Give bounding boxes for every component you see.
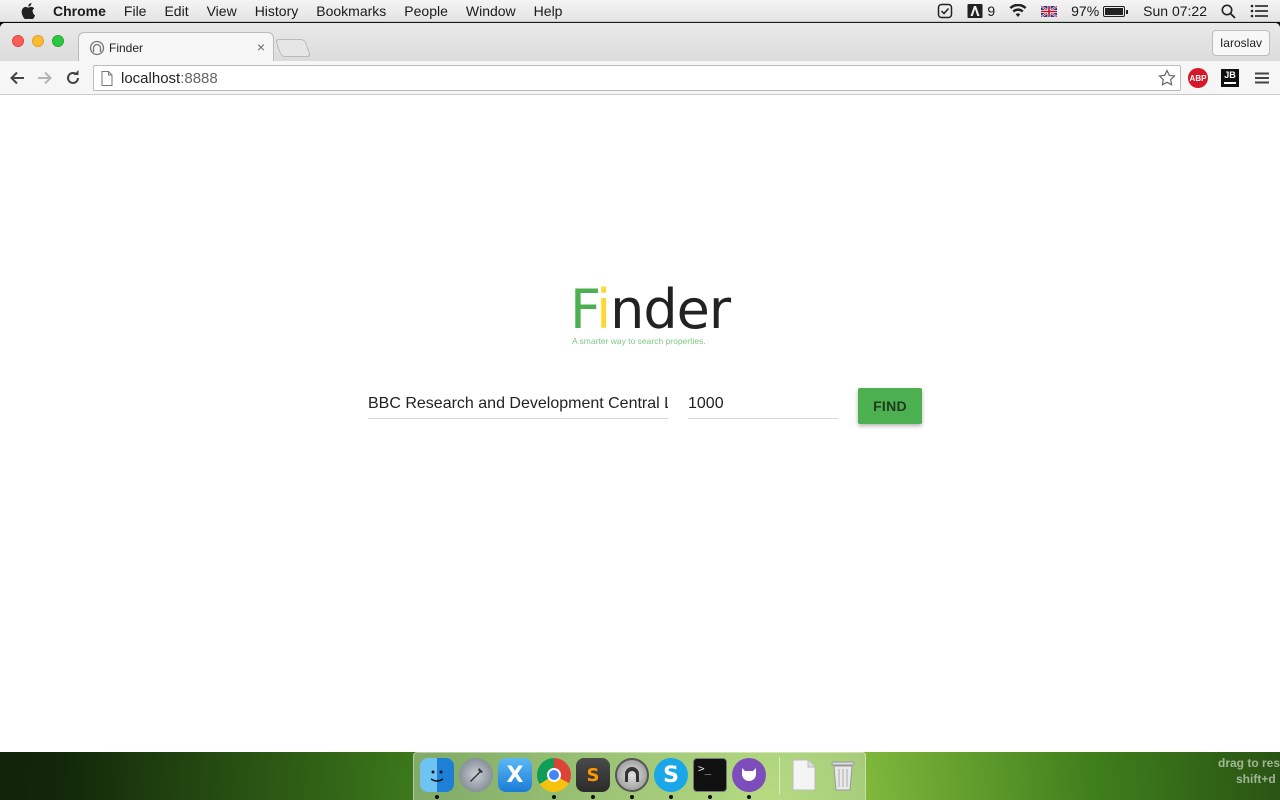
resize-hint-line1: drag to res <box>1218 756 1280 770</box>
running-indicator <box>669 795 673 799</box>
xcode-icon[interactable]: X <box>498 758 532 792</box>
resize-hint-line2: shift+d <box>1236 772 1276 786</box>
page-content: Finder A smarter way to search propertie… <box>0 95 1280 752</box>
adobe-badge-count: 9 <box>987 3 996 19</box>
clock[interactable]: Sun 07:22 <box>1136 0 1214 22</box>
logo-letter-f: F <box>570 278 597 341</box>
radius-input[interactable] <box>688 389 838 419</box>
notification-center-icon[interactable] <box>1243 0 1280 22</box>
menu-bookmarks[interactable]: Bookmarks <box>307 0 395 22</box>
back-arrow-icon[interactable] <box>6 67 28 89</box>
battery-level-fill <box>1105 7 1123 15</box>
tab-strip: Finder × Iaroslav <box>0 23 1280 62</box>
sequel-pro-icon[interactable] <box>615 758 649 792</box>
running-indicator <box>552 795 556 799</box>
location-search-input[interactable] <box>368 389 668 419</box>
tab-close-icon[interactable]: × <box>257 39 265 55</box>
battery-status[interactable]: 97% <box>1064 0 1132 22</box>
finder-icon[interactable] <box>420 758 454 792</box>
tab-finder[interactable]: Finder × <box>78 32 274 62</box>
launchpad-icon[interactable] <box>459 758 493 792</box>
running-indicator <box>435 795 439 799</box>
tagline: A smarter way to search properties. <box>572 336 706 346</box>
chrome-icon[interactable] <box>537 758 571 792</box>
wifi-icon[interactable] <box>1002 0 1034 22</box>
chrome-menu-icon[interactable] <box>1252 68 1272 88</box>
menu-edit[interactable]: Edit <box>155 0 197 22</box>
find-button[interactable]: FIND <box>858 388 922 424</box>
url-port: :8888 <box>180 69 218 87</box>
checkmark-shield-icon[interactable] <box>930 0 960 22</box>
running-indicator <box>630 795 634 799</box>
apple-menu-icon[interactable] <box>19 2 37 19</box>
battery-icon <box>1103 5 1129 17</box>
url-host: localhost <box>121 69 181 87</box>
macos-menu-bar: Chrome File Edit View History Bookmarks … <box>0 0 1280 22</box>
logo-rest: nder <box>610 278 731 341</box>
uk-flag-input-source-icon[interactable] <box>1034 0 1064 22</box>
document-icon[interactable] <box>787 758 821 792</box>
sublime-text-icon[interactable]: S <box>576 758 610 792</box>
skype-icon[interactable]: S <box>654 758 688 792</box>
battery-percent: 97% <box>1071 3 1100 19</box>
spotlight-search-icon[interactable] <box>1214 0 1243 22</box>
new-tab-button[interactable] <box>274 39 312 57</box>
menu-view[interactable]: View <box>198 0 246 22</box>
page-favicon-icon <box>89 40 105 55</box>
menu-bar-status-area: 9 97% Sun 07:22 <box>930 0 1280 22</box>
dock-separator <box>779 757 780 795</box>
menu-window[interactable]: Window <box>457 0 525 22</box>
browser-toolbar: localhost:8888 ABP JB <box>0 61 1280 95</box>
finder-logo: Finder <box>570 278 731 341</box>
profile-button[interactable]: Iaroslav <box>1211 30 1270 56</box>
macos-dock: X S S >_ <box>413 752 866 800</box>
trash-icon[interactable] <box>826 758 860 792</box>
window-zoom-button[interactable] <box>52 35 64 47</box>
forward-arrow-icon[interactable] <box>34 67 56 89</box>
running-indicator <box>591 795 595 799</box>
running-indicator <box>747 795 751 799</box>
tab-title: Finder <box>109 40 144 55</box>
window-minimize-button[interactable] <box>32 35 44 47</box>
adblock-plus-icon[interactable]: ABP <box>1188 68 1208 88</box>
page-icon <box>101 70 113 86</box>
menu-people[interactable]: People <box>395 0 457 22</box>
logo-letter-i: i <box>596 278 611 341</box>
terminal-icon[interactable]: >_ <box>693 758 727 792</box>
github-desktop-icon[interactable] <box>732 758 766 792</box>
adobe-creative-cloud-status[interactable]: 9 <box>960 0 1002 22</box>
menu-help[interactable]: Help <box>525 0 572 22</box>
jetbrains-extension-icon[interactable]: JB <box>1220 68 1240 88</box>
bookmark-star-icon[interactable] <box>1158 69 1176 91</box>
browser-window: Finder × Iaroslav localhost:8888 ABP JB <box>0 23 1280 752</box>
menu-file[interactable]: File <box>115 0 156 22</box>
menu-app-chrome[interactable]: Chrome <box>47 0 115 22</box>
resize-hint: drag to res shift+d <box>1218 755 1280 787</box>
running-indicator <box>708 795 712 799</box>
adobe-icon <box>967 4 983 18</box>
menu-history[interactable]: History <box>246 0 308 22</box>
window-close-button[interactable] <box>12 35 24 47</box>
reload-icon[interactable] <box>62 67 84 89</box>
address-bar[interactable]: localhost:8888 <box>93 65 1181 91</box>
